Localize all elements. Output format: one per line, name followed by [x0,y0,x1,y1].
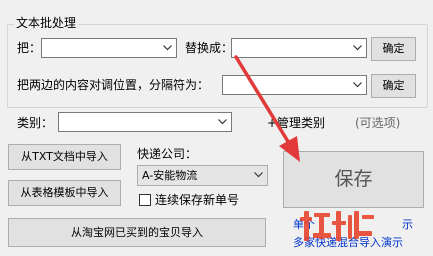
arrow-annotation-icon [234,55,300,162]
